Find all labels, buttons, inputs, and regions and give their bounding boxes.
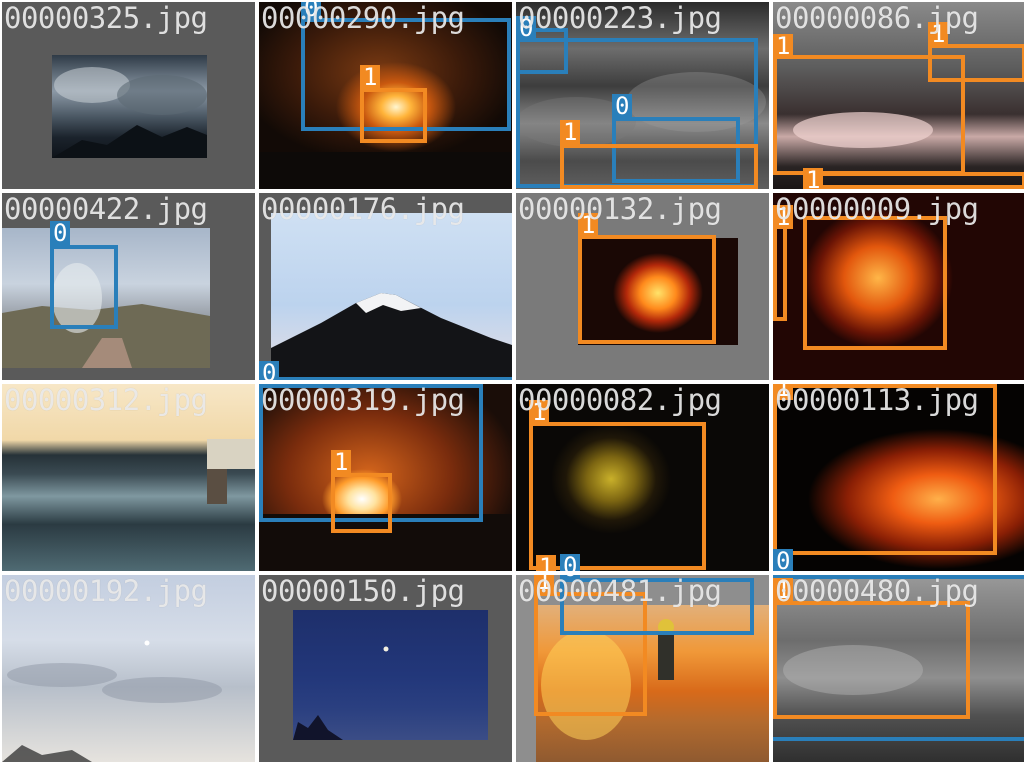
filename-label: 00000325.jpg bbox=[4, 2, 208, 35]
tile-00000312: 00000312.jpg bbox=[2, 384, 255, 571]
tile-00000325: 00000325.jpg bbox=[2, 2, 255, 189]
bbox-label: 0 bbox=[259, 361, 280, 380]
bbox-class-1 bbox=[560, 144, 758, 189]
filename-label: 00000009.jpg bbox=[775, 193, 979, 226]
tile-00000176: 0 00000176.jpg bbox=[259, 193, 512, 380]
tile-00000009: 1 00000009.jpg bbox=[773, 193, 1024, 380]
bbox-label: 1 bbox=[331, 450, 352, 474]
tile-00000113: 1 0 00000113.jpg bbox=[773, 384, 1024, 571]
tile-00000223: 0 0 1 00000223.jpg bbox=[516, 2, 769, 189]
tile-00000480: 1 00000480.jpg bbox=[773, 575, 1024, 762]
tile-00000481: 1 0 00000481.jpg bbox=[516, 575, 769, 762]
tile-00000132: 1 00000132.jpg bbox=[516, 193, 769, 380]
filename-label: 00000422.jpg bbox=[4, 193, 208, 226]
bbox-label: 0 bbox=[612, 94, 633, 118]
filename-label: 00000113.jpg bbox=[775, 384, 979, 417]
filename-label: 00000319.jpg bbox=[261, 384, 465, 417]
bbox-label: 0 bbox=[560, 554, 581, 571]
bbox-class-1 bbox=[773, 221, 787, 321]
filename-label: 00000150.jpg bbox=[261, 575, 465, 608]
bbox-class-1 bbox=[331, 473, 392, 533]
filename-label: 00000290.jpg bbox=[261, 2, 465, 35]
bbox-class-0 bbox=[50, 245, 118, 329]
bbox-class-0 bbox=[259, 377, 512, 380]
filename-label: 00000223.jpg bbox=[518, 2, 722, 35]
tile-00000150: 00000150.jpg bbox=[259, 575, 512, 762]
bbox-label: 1 bbox=[360, 65, 381, 89]
filename-label: 00000176.jpg bbox=[261, 193, 465, 226]
tile-00000086: 1 1 1 00000086.jpg bbox=[773, 2, 1024, 189]
bbox-label: 0 bbox=[773, 549, 794, 571]
tile-00000082: 1 1 0 00000082.jpg bbox=[516, 384, 769, 571]
tile-00000192: 00000192.jpg bbox=[2, 575, 255, 762]
filename-label: 00000480.jpg bbox=[775, 575, 979, 608]
filename-label: 00000082.jpg bbox=[518, 384, 722, 417]
tile-00000422: 0 00000422.jpg bbox=[2, 193, 255, 380]
filename-label: 00000192.jpg bbox=[4, 575, 208, 608]
filename-label: 00000312.jpg bbox=[4, 384, 208, 417]
bbox-class-1 bbox=[803, 216, 947, 350]
photo-snowy-mountain bbox=[271, 213, 512, 380]
image-mosaic: 00000325.jpg 0 1 00000290.jpg 0 0 1 0000… bbox=[0, 0, 1024, 768]
filename-label: 00000481.jpg bbox=[518, 575, 722, 608]
bbox-label: 1 bbox=[560, 120, 581, 144]
bbox-class-1 bbox=[578, 235, 716, 344]
bbox-label: 1 bbox=[536, 555, 557, 571]
bbox-class-1 bbox=[529, 422, 706, 570]
bbox-label: 1 bbox=[803, 168, 824, 189]
bbox-class-1 bbox=[360, 88, 427, 143]
tile-00000290: 0 1 00000290.jpg bbox=[259, 2, 512, 189]
filename-label: 00000132.jpg bbox=[518, 193, 722, 226]
photo-dusk-sky bbox=[293, 610, 488, 740]
bbox-label: 1 bbox=[773, 34, 794, 58]
tile-00000319: 1 00000319.jpg bbox=[259, 384, 512, 571]
filename-label: 00000086.jpg bbox=[775, 2, 979, 35]
bbox-class-1 bbox=[803, 172, 1024, 189]
bbox-class-1 bbox=[928, 44, 1024, 82]
photo-cloudy-mountains bbox=[52, 55, 207, 158]
